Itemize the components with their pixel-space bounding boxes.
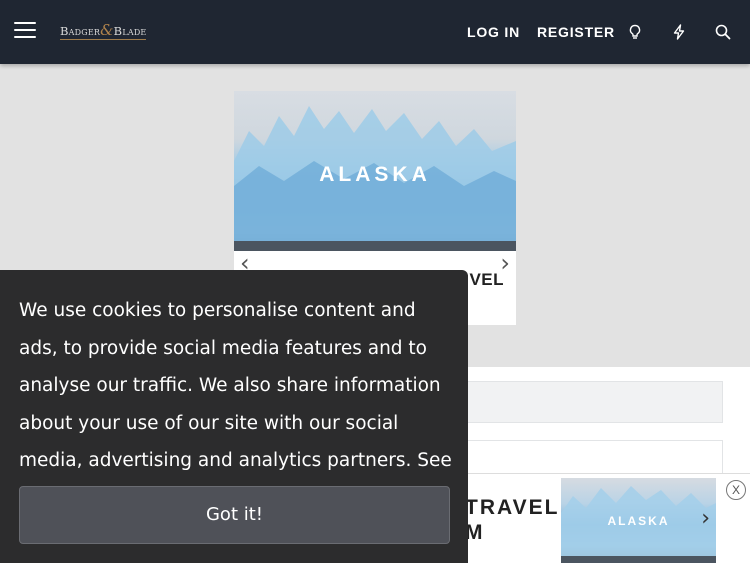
logo-text-right: Blade [113,24,147,38]
ad-top-caption: VEL [469,270,504,289]
cookie-message: We use cookies to personalise content an… [19,292,459,517]
ad-bottom-image[interactable]: ALASKA › [561,478,716,563]
lightbulb-icon[interactable] [626,23,644,41]
ad-bottom-image-text: ALASKA [607,514,670,528]
logo-ampersand: & [100,21,114,39]
login-link[interactable]: LOG IN [467,24,520,40]
ad-image-text: ALASKA [319,163,431,186]
menu-icon[interactable] [14,22,36,42]
content-block [467,381,723,423]
site-logo[interactable]: Badger&Blade [60,21,147,40]
bolt-icon[interactable] [670,23,688,41]
cookie-message-text: We use cookies to personalise content an… [19,300,441,471]
ad-image-glacier[interactable]: ALASKA [234,91,516,251]
search-icon[interactable] [714,23,732,41]
ad-bottom-text: TRAVEL [465,496,560,519]
site-header: Badger&Blade LOG IN REGISTER [0,0,750,64]
close-icon[interactable]: X [726,480,746,500]
menu-icon-bar [14,22,36,24]
cookie-banner: We use cookies to personalise content an… [0,270,468,563]
chevron-right-icon[interactable]: › [701,506,710,531]
menu-icon-bar [14,29,36,31]
menu-icon-bar [14,36,36,38]
got-it-button[interactable]: Got it! [19,486,450,544]
register-link[interactable]: REGISTER [537,24,615,40]
logo-text-left: Badger [60,24,101,38]
